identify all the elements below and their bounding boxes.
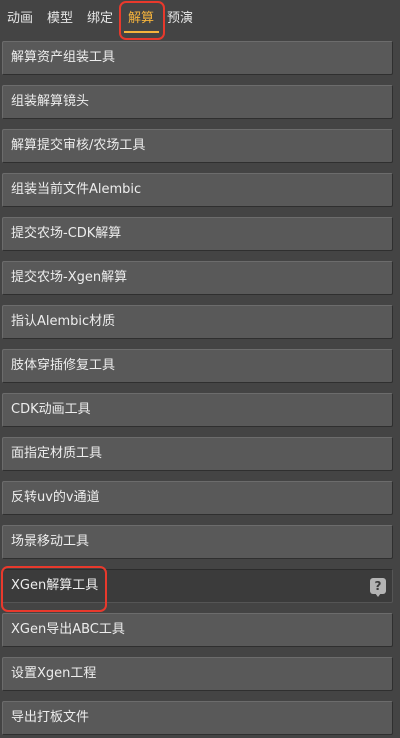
xgen-export-abc-button[interactable]: XGen导出ABC工具 bbox=[2, 613, 393, 647]
assign-alembic-material-button[interactable]: 指认Alembic材质 bbox=[2, 305, 393, 339]
tool-label: 面指定材质工具 bbox=[11, 446, 103, 461]
xgen-solver-tool-button[interactable]: XGen解算工具 ? bbox=[2, 569, 393, 603]
tool-label: 解算资产组装工具 bbox=[11, 50, 116, 65]
tool-label: CDK动画工具 bbox=[11, 402, 91, 417]
assemble-current-alembic-button[interactable]: 组装当前文件Alembic bbox=[2, 173, 393, 207]
list-item: 设置Xgen工程 bbox=[0, 654, 400, 698]
tab-model[interactable]: 模型 bbox=[47, 9, 73, 29]
list-item: XGen导出ABC工具 bbox=[0, 610, 400, 654]
flip-uv-v-channel-button[interactable]: 反转uv的v通道 bbox=[2, 481, 393, 515]
tab-rigging[interactable]: 绑定 bbox=[87, 9, 113, 29]
tool-label: 肢体穿插修复工具 bbox=[11, 358, 116, 373]
tool-label: XGen导出ABC工具 bbox=[11, 622, 125, 637]
list-item: 组装当前文件Alembic bbox=[0, 170, 400, 214]
list-item: 面指定材质工具 bbox=[0, 434, 400, 478]
tool-label: 组装解算镜头 bbox=[11, 94, 90, 109]
solver-asset-assembly-button[interactable]: 解算资产组装工具 bbox=[2, 41, 393, 75]
submit-farm-xgen-button[interactable]: 提交农场-Xgen解算 bbox=[2, 261, 393, 295]
list-item: 反转uv的v通道 bbox=[0, 478, 400, 522]
list-item: 导出打板文件 bbox=[0, 698, 400, 738]
tool-label: 提交农场-Xgen解算 bbox=[11, 270, 128, 285]
assemble-solver-shot-button[interactable]: 组装解算镜头 bbox=[2, 85, 393, 119]
limb-penetration-fix-button[interactable]: 肢体穿插修复工具 bbox=[2, 349, 393, 383]
list-item: 组装解算镜头 bbox=[0, 82, 400, 126]
cdk-animation-tool-button[interactable]: CDK动画工具 bbox=[2, 393, 393, 427]
list-item: CDK动画工具 bbox=[0, 390, 400, 434]
tab-previs[interactable]: 预演 bbox=[167, 9, 193, 29]
submit-review-farm-button[interactable]: 解算提交审核/农场工具 bbox=[2, 129, 393, 163]
list-item: 提交农场-CDK解算 bbox=[0, 214, 400, 258]
tool-label: XGen解算工具 bbox=[11, 578, 99, 593]
list-item: 解算提交审核/农场工具 bbox=[0, 126, 400, 170]
list-item: 解算资产组装工具 bbox=[0, 38, 400, 82]
solver-tool-panel: 动画 模型 绑定 解算 预演 解算资产组装工具 组装解算镜头 解算提交审核/农场… bbox=[0, 0, 400, 738]
scene-move-tool-button[interactable]: 场景移动工具 bbox=[2, 525, 393, 559]
tool-label: 设置Xgen工程 bbox=[11, 666, 97, 681]
tool-label: 导出打板文件 bbox=[11, 710, 90, 725]
submit-farm-cdk-button[interactable]: 提交农场-CDK解算 bbox=[2, 217, 393, 251]
list-item: 场景移动工具 bbox=[0, 522, 400, 566]
face-assign-material-button[interactable]: 面指定材质工具 bbox=[2, 437, 393, 471]
list-item: 提交农场-Xgen解算 bbox=[0, 258, 400, 302]
tab-bar: 动画 模型 绑定 解算 预演 bbox=[0, 0, 400, 40]
set-xgen-project-button[interactable]: 设置Xgen工程 bbox=[2, 657, 393, 691]
tab-animation[interactable]: 动画 bbox=[7, 9, 33, 29]
tool-label: 反转uv的v通道 bbox=[11, 490, 100, 505]
tool-label: 提交农场-CDK解算 bbox=[11, 226, 122, 241]
list-item: XGen解算工具 ? bbox=[0, 566, 400, 610]
tool-label: 指认Alembic材质 bbox=[11, 314, 116, 329]
tool-label: 场景移动工具 bbox=[11, 534, 90, 549]
list-item: 指认Alembic材质 bbox=[0, 302, 400, 346]
tab-highlight-annotation bbox=[119, 1, 165, 40]
tool-label: 组装当前文件Alembic bbox=[11, 182, 142, 197]
help-icon[interactable]: ? bbox=[370, 578, 386, 597]
tool-label: 解算提交审核/农场工具 bbox=[11, 138, 146, 153]
list-item: 肢体穿插修复工具 bbox=[0, 346, 400, 390]
export-board-file-button[interactable]: 导出打板文件 bbox=[2, 701, 393, 735]
